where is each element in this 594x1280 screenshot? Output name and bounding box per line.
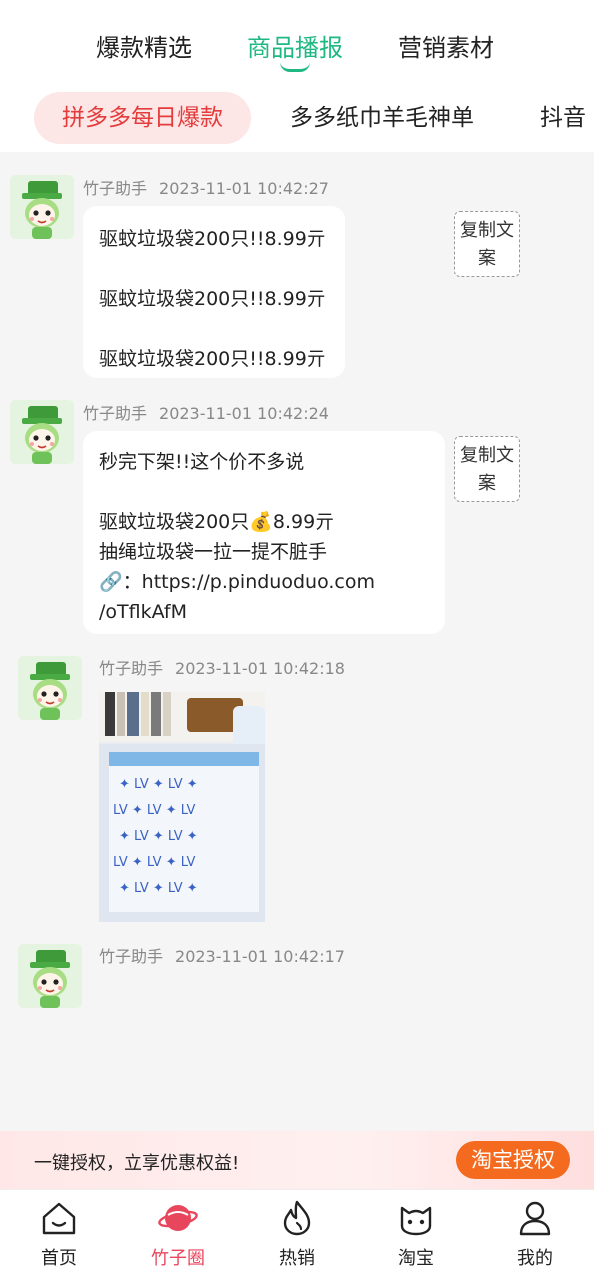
nav-label: 热销	[279, 1248, 315, 1269]
message-meta: 竹子助手 2023-11-01 10:42:24	[83, 400, 329, 424]
nav-label: 淘宝	[398, 1248, 434, 1269]
chip-douyin[interactable]: 抖音	[540, 92, 586, 144]
copy-text-button[interactable]: 复制文案	[454, 211, 520, 277]
message-line: 驱蚊垃圾袋200只!!8.99亓	[99, 228, 326, 250]
home-icon	[42, 1202, 76, 1235]
message-link[interactable]: 🔗：https://p.pinduoduo.com	[99, 567, 429, 597]
message-line: 秒完下架!!这个价不多说	[99, 451, 305, 473]
tab-product-broadcast[interactable]: 商品播报	[247, 28, 343, 72]
flame-icon	[283, 1200, 311, 1236]
message-line	[99, 254, 329, 284]
nav-taobao[interactable]: 淘宝	[376, 1198, 456, 1270]
message-line: 抽绳垃圾袋一拉一提不脏手	[99, 541, 328, 563]
taobao-auth-button[interactable]: 淘宝授权	[456, 1141, 570, 1179]
chip-pdd-tissue-deals[interactable]: 多多纸巾羊毛神单	[290, 92, 474, 144]
message-time: 2023-11-01 10:42:24	[159, 404, 329, 423]
nav-label: 竹子圈	[151, 1248, 205, 1269]
auth-banner-text: 一键授权，立享优惠权益!	[34, 1153, 240, 1174]
bamboo-mascot-icon	[18, 656, 82, 720]
message-line	[99, 477, 429, 507]
message-line	[99, 314, 329, 344]
chip-pdd-daily-hot[interactable]: 拼多多每日爆款	[34, 92, 251, 144]
message-meta: 竹子助手 2023-11-01 10:42:17	[99, 943, 345, 967]
product-photo[interactable]: ✦ LV ✦ LV ✦ LV ✦ LV ✦ LV ✦ LV ✦ LV ✦ LV …	[99, 692, 265, 922]
copy-text-button[interactable]: 复制文案	[454, 436, 520, 502]
nav-label: 首页	[41, 1248, 77, 1269]
taobao-icon	[400, 1206, 432, 1236]
message-link[interactable]: /oTflkAfM	[99, 597, 429, 627]
message-time: 2023-11-01 10:42:17	[175, 947, 345, 966]
sender-name: 竹子助手	[83, 179, 148, 198]
message-time: 2023-11-01 10:42:27	[159, 179, 329, 198]
planet-icon	[158, 1205, 198, 1231]
message-line: 驱蚊垃圾袋200只!!8.99亓	[99, 288, 326, 310]
tab-label: 商品播报	[247, 34, 343, 62]
tab-hot-picks[interactable]: 爆款精选	[96, 28, 192, 63]
message-line: 驱蚊垃圾袋200只!!8.99亓	[99, 348, 326, 370]
sender-name: 竹子助手	[83, 404, 148, 423]
nav-mine[interactable]: 我的	[495, 1198, 575, 1270]
avatar	[10, 175, 74, 239]
product-photo-image: ✦ LV ✦ LV ✦ LV ✦ LV ✦ LV ✦ LV ✦ LV ✦ LV …	[99, 692, 265, 922]
avatar	[18, 944, 82, 1008]
bamboo-mascot-icon	[10, 400, 74, 464]
sender-name: 竹子助手	[99, 659, 164, 678]
sender-name: 竹子助手	[99, 947, 164, 966]
category-chip-bar: 拼多多每日爆款 多多纸巾羊毛神单 抖音	[0, 86, 594, 152]
svg-text:✦ LV ✦ LV ✦: ✦ LV ✦ LV ✦	[119, 881, 198, 896]
bottom-nav: 首页 竹子圈 热销 淘宝 我的	[0, 1189, 594, 1280]
svg-text:LV ✦ LV ✦ LV: LV ✦ LV ✦ LV	[113, 803, 196, 818]
active-tab-indicator	[280, 62, 310, 72]
avatar	[10, 400, 74, 464]
svg-text:✦ LV ✦ LV ✦: ✦ LV ✦ LV ✦	[119, 777, 198, 792]
tab-label: 营销素材	[398, 34, 494, 62]
message-bubble: 驱蚊垃圾袋200只!!8.99亓 驱蚊垃圾袋200只!!8.99亓 驱蚊垃圾袋2…	[83, 206, 345, 378]
nav-home[interactable]: 首页	[19, 1198, 99, 1270]
nav-hot-sales[interactable]: 热销	[257, 1198, 337, 1270]
bamboo-mascot-icon	[10, 175, 74, 239]
message-line: 驱蚊垃圾袋200只💰8.99亓	[99, 511, 335, 533]
bamboo-mascot-icon	[18, 944, 82, 1008]
svg-text:LV ✦ LV ✦ LV: LV ✦ LV ✦ LV	[113, 855, 196, 870]
avatar	[18, 656, 82, 720]
tab-label: 爆款精选	[96, 34, 192, 62]
top-tab-bar: 爆款精选 商品播报 营销素材	[0, 0, 594, 86]
nav-label: 我的	[517, 1248, 553, 1269]
message-bubble: 秒完下架!!这个价不多说 驱蚊垃圾袋200只💰8.99亓 抽绳垃圾袋一拉一提不脏…	[83, 431, 445, 634]
message-time: 2023-11-01 10:42:18	[175, 659, 345, 678]
message-meta: 竹子助手 2023-11-01 10:42:27	[83, 175, 329, 199]
nav-bamboo-circle[interactable]: 竹子圈	[138, 1198, 218, 1270]
auth-banner: 一键授权，立享优惠权益! 淘宝授权	[0, 1131, 594, 1189]
user-icon	[519, 1201, 551, 1236]
svg-text:✦ LV ✦ LV ✦: ✦ LV ✦ LV ✦	[119, 829, 198, 844]
message-meta: 竹子助手 2023-11-01 10:42:18	[99, 655, 345, 679]
tab-marketing-material[interactable]: 营销素材	[398, 28, 494, 63]
